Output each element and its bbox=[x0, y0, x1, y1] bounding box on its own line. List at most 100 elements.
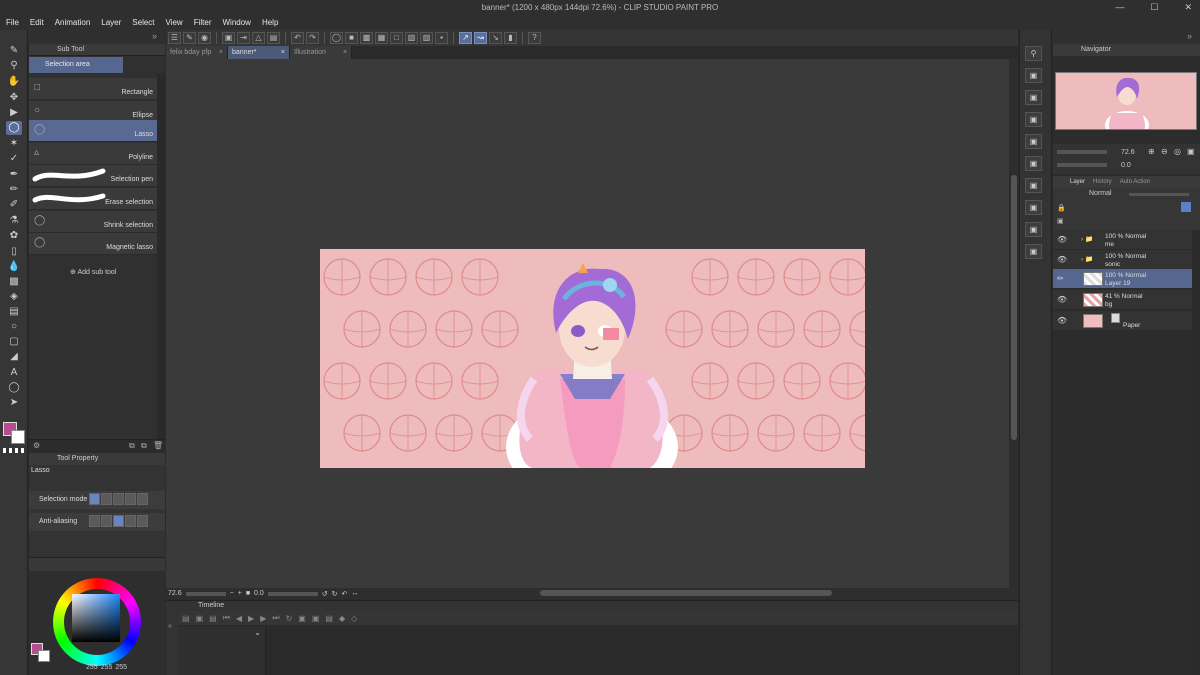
transparent-color-swatch[interactable] bbox=[3, 448, 25, 453]
settings-icon[interactable]: ⚙ bbox=[33, 441, 40, 450]
clear-outside-icon[interactable]: ■ bbox=[345, 32, 358, 44]
navigator-rotate-slider[interactable] bbox=[1057, 163, 1107, 167]
move-icon[interactable]: ✥ bbox=[6, 91, 22, 105]
tab-felix[interactable]: felix bday pfp × bbox=[166, 46, 228, 59]
snap-grid-icon[interactable]: ↘ bbox=[489, 32, 502, 44]
navigator-zoom-slider[interactable] bbox=[1057, 150, 1107, 154]
dropdown-icon[interactable] bbox=[137, 493, 148, 505]
clear-icon[interactable]: ◯ bbox=[330, 32, 343, 44]
zoom-out-icon[interactable]: ⊖ bbox=[1161, 147, 1168, 156]
menu-select[interactable]: Select bbox=[132, 18, 154, 27]
blend-mode-select[interactable]: Normal bbox=[1089, 190, 1112, 197]
gradient-icon[interactable]: ▤ bbox=[6, 305, 22, 319]
aa-weak-button[interactable] bbox=[101, 515, 112, 527]
keyframe-icon[interactable]: ◆ bbox=[339, 614, 345, 623]
menu-help[interactable]: Help bbox=[262, 18, 278, 27]
copy-icon[interactable]: ⧉ bbox=[129, 441, 135, 451]
fit-icon[interactable]: ■ bbox=[246, 590, 250, 597]
material-8-icon[interactable]: ▣ bbox=[1025, 222, 1042, 237]
eye-icon[interactable]: 👁 bbox=[1057, 316, 1067, 325]
snap-ruler-icon[interactable]: ↗ bbox=[459, 32, 472, 44]
undo-icon[interactable]: ↶ bbox=[291, 32, 304, 44]
opacity-slider[interactable] bbox=[1129, 193, 1189, 196]
collapse-timeline-icon[interactable]: « bbox=[168, 623, 172, 630]
last-frame-icon[interactable]: ⏭ bbox=[272, 613, 279, 623]
sub-tool-group-tab[interactable]: Selection area bbox=[29, 57, 123, 73]
menu-icon[interactable]: ☰ bbox=[168, 32, 181, 44]
next-frame-icon[interactable]: ▶ bbox=[260, 614, 266, 623]
material-4-icon[interactable]: ▣ bbox=[1025, 134, 1042, 149]
duplicate-icon[interactable]: ⧉ bbox=[141, 441, 147, 451]
close-icon[interactable]: ✕ bbox=[1184, 0, 1192, 15]
navigator-rotation[interactable]: 0.0 bbox=[1121, 162, 1131, 169]
layer-row-paper[interactable]: 👁 Paper bbox=[1053, 311, 1192, 331]
fit-navigator-icon[interactable]: ▣ bbox=[1187, 147, 1195, 156]
figure-icon[interactable]: ○ bbox=[6, 320, 22, 334]
navigator-preview[interactable] bbox=[1055, 72, 1197, 130]
new-cel-icon[interactable]: ▣ bbox=[298, 614, 306, 623]
add-selection-button[interactable] bbox=[101, 493, 112, 505]
transform-icon[interactable]: ▦ bbox=[375, 32, 388, 44]
loop-icon[interactable]: ↻ bbox=[286, 614, 293, 623]
zoom-in-icon[interactable]: + bbox=[238, 590, 242, 597]
search-icon[interactable]: ⚲ bbox=[1025, 46, 1042, 61]
open-icon[interactable]: ◉ bbox=[198, 32, 211, 44]
prev-frame-icon[interactable]: ◀ bbox=[236, 614, 242, 623]
layer-row-layer19[interactable]: ✏ 100 % Normal Layer 19 bbox=[1053, 269, 1192, 289]
vertical-scroll-thumb[interactable] bbox=[1011, 175, 1017, 440]
tab-layer[interactable]: Layer bbox=[1070, 176, 1085, 188]
menu-edit[interactable]: Edit bbox=[30, 18, 44, 27]
timeline-frames[interactable] bbox=[266, 626, 1018, 675]
folder-icon[interactable]: › 📁 bbox=[1081, 235, 1093, 243]
intersect-selection-button[interactable] bbox=[125, 493, 136, 505]
edit-timeline-icon[interactable]: ▣ bbox=[196, 614, 204, 623]
frame-icon[interactable]: ▢ bbox=[6, 335, 22, 349]
material-icon[interactable]: ▣ bbox=[1025, 68, 1042, 83]
export-icon[interactable]: ⇥ bbox=[237, 32, 250, 44]
folder-icon[interactable]: › 📁 bbox=[1081, 255, 1093, 263]
play-icon[interactable]: ▶ bbox=[248, 614, 254, 623]
subtool-shrink-selection[interactable]: ◯ Shrink selection bbox=[29, 211, 157, 233]
flip-icon[interactable]: ↔ bbox=[351, 590, 358, 597]
redo-icon[interactable]: ↷ bbox=[306, 32, 319, 44]
eye-icon[interactable]: 👁 bbox=[1057, 255, 1067, 264]
menu-view[interactable]: View bbox=[166, 18, 183, 27]
aa-none-button[interactable] bbox=[89, 515, 100, 527]
decoration-icon[interactable]: ✿ bbox=[6, 229, 22, 243]
onion-skin-icon[interactable]: ▤ bbox=[325, 614, 333, 623]
material-2-icon[interactable]: ▣ bbox=[1025, 90, 1042, 105]
rotate-right-icon[interactable]: ↻ bbox=[332, 590, 338, 598]
eye-icon[interactable]: 👁 bbox=[1057, 235, 1067, 244]
fill-icon[interactable]: ▩ bbox=[360, 32, 373, 44]
new-timeline-icon[interactable]: ▤ bbox=[182, 614, 190, 623]
sub-color-swatch[interactable] bbox=[11, 430, 25, 444]
menu-animation[interactable]: Animation bbox=[55, 18, 91, 27]
eye-icon[interactable]: 👁 bbox=[1057, 295, 1067, 304]
brush-size-icon[interactable]: ✎ bbox=[6, 44, 22, 58]
minimize-icon[interactable]: — bbox=[1115, 0, 1124, 15]
shrink-selection-icon[interactable]: ▪ bbox=[435, 32, 448, 44]
menu-layer[interactable]: Layer bbox=[101, 18, 121, 27]
balloon-icon[interactable]: ◯ bbox=[6, 381, 22, 395]
deselect-icon[interactable]: □ bbox=[390, 32, 403, 44]
menu-file[interactable]: File bbox=[6, 18, 19, 27]
material-3-icon[interactable]: ▣ bbox=[1025, 112, 1042, 127]
timeline-menu-icon[interactable]: ▤ bbox=[209, 614, 217, 623]
expand-right-icon[interactable]: » bbox=[1187, 31, 1192, 41]
actual-size-icon[interactable]: ◎ bbox=[1174, 147, 1181, 156]
layer-row-sonic[interactable]: 👁 › 📁 100 % Normal sonic bbox=[1053, 250, 1192, 270]
layer-row-me[interactable]: 👁 › 📁 100 % Normal me bbox=[1053, 230, 1192, 250]
new-layer-icon[interactable]: ▣ bbox=[1057, 217, 1064, 225]
add-sub-tool-button[interactable]: ⊕ Add sub tool bbox=[70, 268, 116, 276]
sub-color-indicator[interactable] bbox=[38, 650, 50, 662]
reset-rotation-icon[interactable]: ↶ bbox=[342, 590, 348, 598]
sub-tool-scrollbar[interactable] bbox=[157, 73, 165, 439]
layer-row-bg[interactable]: 👁 41 % Normal bg bbox=[1053, 290, 1192, 310]
rotation-readout[interactable]: 0.0 bbox=[254, 590, 264, 597]
subtool-rectangle[interactable]: □ Rectangle bbox=[29, 78, 157, 100]
close-icon[interactable]: × bbox=[343, 49, 347, 56]
zoom-slider[interactable] bbox=[185, 591, 226, 596]
chevron-down-icon[interactable]: ⌄ bbox=[254, 628, 261, 637]
rotate-slider[interactable] bbox=[267, 591, 318, 596]
saturation-value-square[interactable] bbox=[72, 594, 120, 642]
